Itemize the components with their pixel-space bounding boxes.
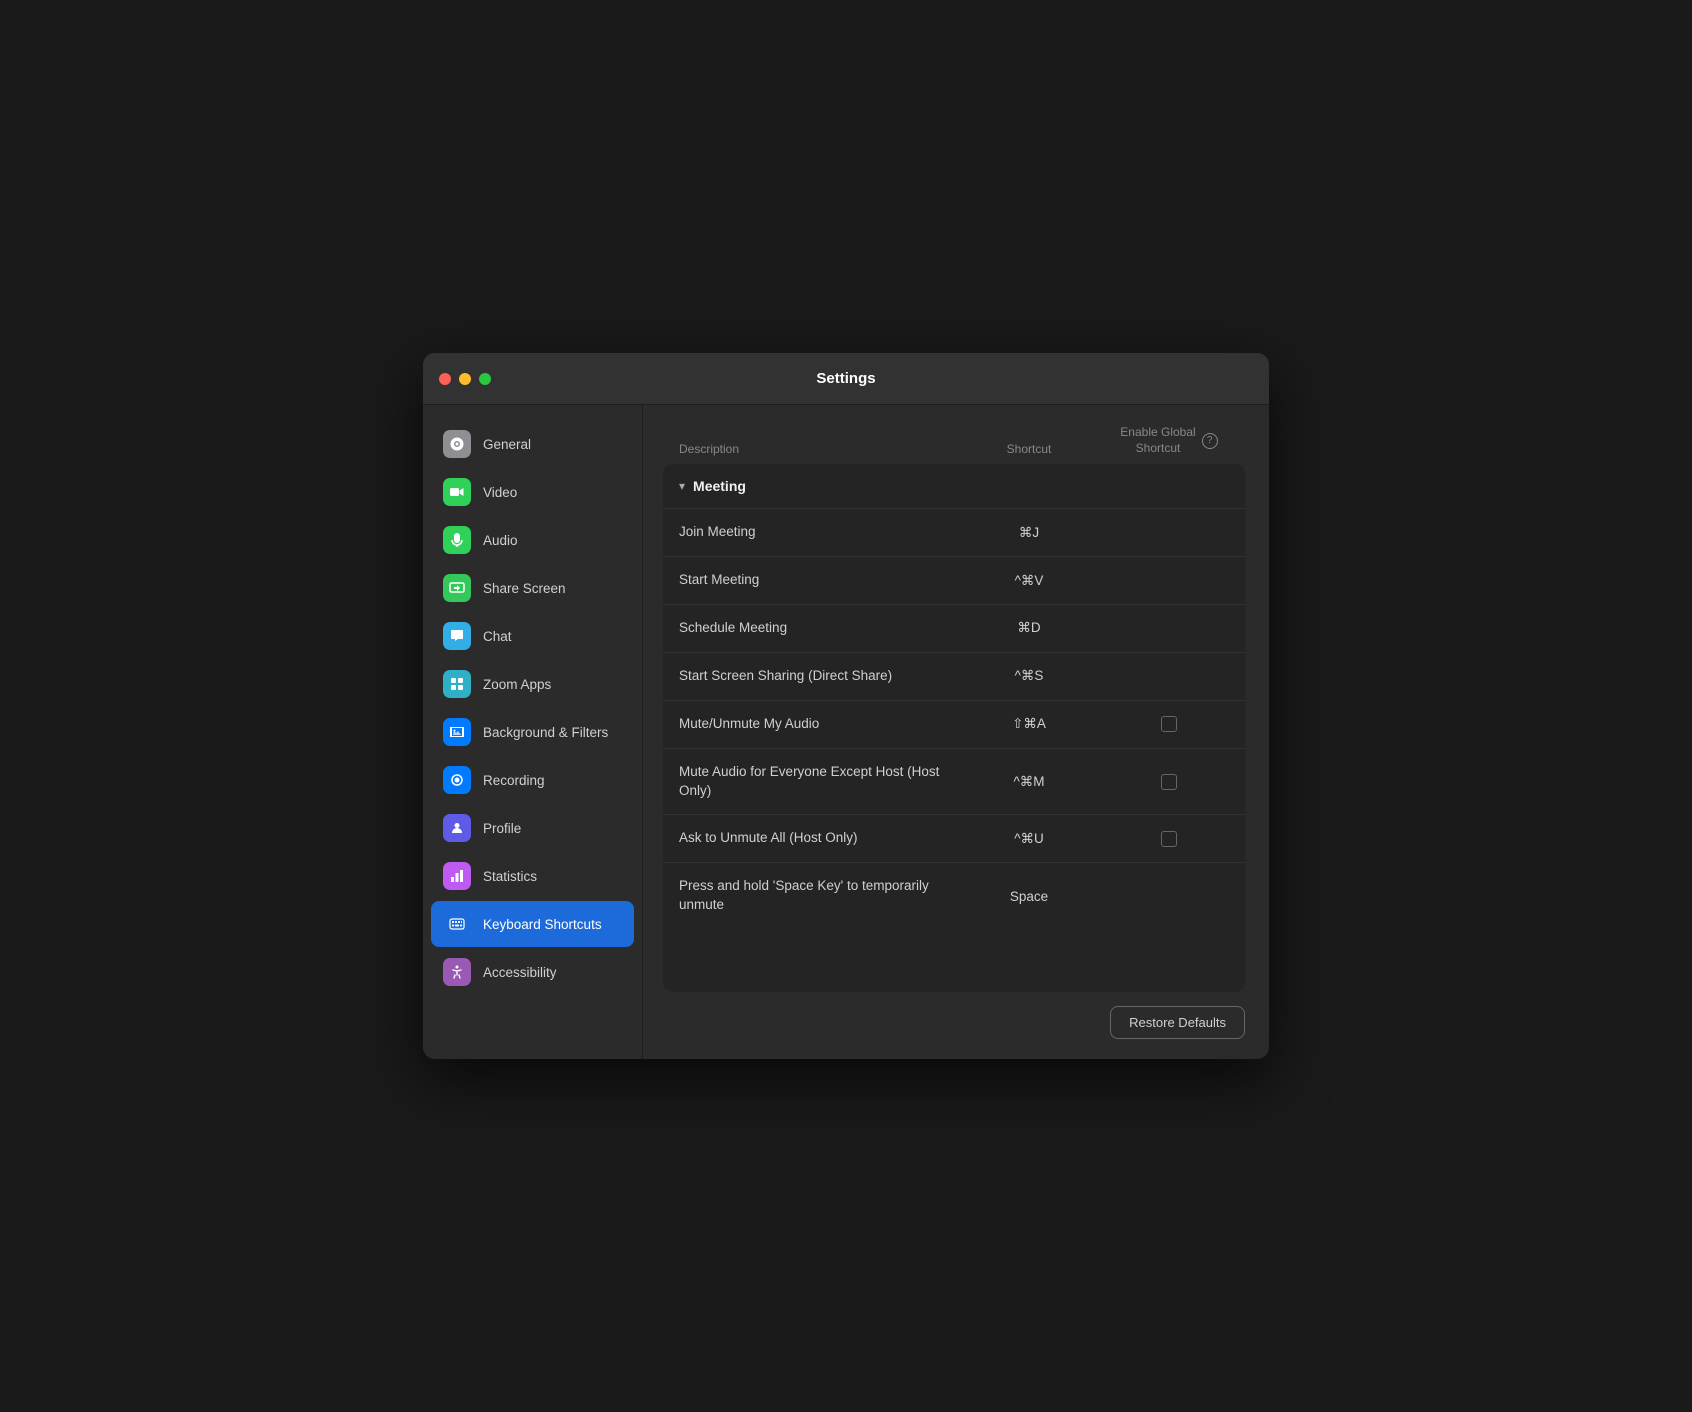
shortcut-row-mute-unmute: Mute/Unmute My Audio⇧⌘A	[663, 700, 1245, 748]
shortcut-key-space-unmute: Space	[949, 889, 1109, 904]
sidebar-item-audio-label: Audio	[483, 533, 622, 548]
sidebar-item-zoom-apps[interactable]: Zoom Apps	[431, 661, 634, 707]
sidebar-item-statistics[interactable]: Statistics	[431, 853, 634, 899]
shortcut-key-mute-everyone: ^⌘M	[949, 774, 1109, 790]
statistics-icon	[443, 862, 471, 890]
shortcut-key-start-meeting: ^⌘V	[949, 573, 1109, 589]
global-checkbox-mute-everyone[interactable]	[1161, 774, 1177, 790]
accessibility-icon	[443, 958, 471, 986]
sidebar-item-share-screen[interactable]: Share Screen	[431, 565, 634, 611]
sidebar-item-keyboard-shortcuts[interactable]: Keyboard Shortcuts	[431, 901, 634, 947]
shortcut-desc-mute-everyone: Mute Audio for Everyone Except Host (Hos…	[679, 763, 949, 801]
sidebar-item-bg-filters[interactable]: Background & Filters	[431, 709, 634, 755]
sidebar-item-recording-label: Recording	[483, 773, 622, 788]
help-icon[interactable]: ?	[1202, 433, 1218, 449]
shortcuts-scroll[interactable]: ▾ Meeting Join Meeting⌘JStart Meeting^⌘V…	[663, 464, 1245, 992]
window-title: Settings	[816, 370, 875, 387]
shortcut-desc-mute-unmute: Mute/Unmute My Audio	[679, 715, 949, 734]
sidebar-item-zoom-apps-label: Zoom Apps	[483, 677, 622, 692]
sidebar-item-recording[interactable]: Recording	[431, 757, 634, 803]
profile-icon	[443, 814, 471, 842]
sidebar-item-video-label: Video	[483, 485, 622, 500]
shortcut-row-space-unmute: Press and hold 'Space Key' to temporaril…	[663, 862, 1245, 929]
shortcut-global-mute-unmute[interactable]	[1109, 716, 1229, 732]
minimize-button[interactable]	[459, 373, 471, 385]
shortcut-row-mute-everyone: Mute Audio for Everyone Except Host (Hos…	[663, 748, 1245, 815]
shortcut-global-mute-everyone[interactable]	[1109, 774, 1229, 790]
shortcut-row-join-meeting: Join Meeting⌘J	[663, 508, 1245, 556]
bg-filters-icon	[443, 718, 471, 746]
video-icon	[443, 478, 471, 506]
keyboard-shortcuts-icon	[443, 910, 471, 938]
shortcut-desc-space-unmute: Press and hold 'Space Key' to temporaril…	[679, 877, 949, 915]
close-button[interactable]	[439, 373, 451, 385]
shortcut-global-ask-unmute[interactable]	[1109, 831, 1229, 847]
sidebar-item-statistics-label: Statistics	[483, 869, 622, 884]
sidebar-item-general[interactable]: General	[431, 421, 634, 467]
sidebar-item-video[interactable]: Video	[431, 469, 634, 515]
shortcut-desc-ask-unmute: Ask to Unmute All (Host Only)	[679, 829, 949, 848]
shortcut-key-start-screen-sharing: ^⌘S	[949, 668, 1109, 684]
section-meeting-title: Meeting	[693, 478, 746, 494]
zoom-apps-icon	[443, 670, 471, 698]
recording-icon	[443, 766, 471, 794]
general-icon	[443, 430, 471, 458]
audio-icon	[443, 526, 471, 554]
table-header: Description Shortcut Enable GlobalShortc…	[663, 425, 1245, 464]
sidebar-item-profile-label: Profile	[483, 821, 622, 836]
col-description-header: Description	[679, 442, 949, 456]
restore-defaults-button[interactable]: Restore Defaults	[1110, 1006, 1245, 1039]
shortcut-desc-start-meeting: Start Meeting	[679, 571, 949, 590]
col-global-label: Enable GlobalShortcut	[1120, 425, 1195, 456]
sidebar-item-accessibility[interactable]: Accessibility	[431, 949, 634, 995]
sidebar-item-bg-filters-label: Background & Filters	[483, 725, 622, 740]
sidebar-item-audio[interactable]: Audio	[431, 517, 634, 563]
chevron-down-icon: ▾	[679, 479, 685, 493]
shortcut-row-schedule-meeting: Schedule Meeting⌘D	[663, 604, 1245, 652]
traffic-lights	[439, 373, 491, 385]
global-checkbox-ask-unmute[interactable]	[1161, 831, 1177, 847]
main-area: Description Shortcut Enable GlobalShortc…	[643, 405, 1269, 1059]
sidebar-item-keyboard-shortcuts-label: Keyboard Shortcuts	[483, 917, 622, 932]
shortcut-row-start-screen-sharing: Start Screen Sharing (Direct Share)^⌘S	[663, 652, 1245, 700]
footer: Restore Defaults	[663, 992, 1245, 1039]
global-checkbox-mute-unmute[interactable]	[1161, 716, 1177, 732]
sidebar-item-profile[interactable]: Profile	[431, 805, 634, 851]
shortcut-row-start-meeting: Start Meeting^⌘V	[663, 556, 1245, 604]
section-meeting-header[interactable]: ▾ Meeting	[663, 464, 1245, 508]
col-shortcut-header: Shortcut	[949, 442, 1109, 456]
shortcuts-panel: ▾ Meeting Join Meeting⌘JStart Meeting^⌘V…	[663, 464, 1245, 992]
shortcut-desc-schedule-meeting: Schedule Meeting	[679, 619, 949, 638]
settings-window: Settings General Video Audio Share Screen Ch…	[423, 353, 1269, 1059]
sidebar-item-chat-label: Chat	[483, 629, 622, 644]
shortcut-key-mute-unmute: ⇧⌘A	[949, 716, 1109, 732]
content-area: General Video Audio Share Screen Chat Zoom Ap…	[423, 405, 1269, 1059]
shortcut-row-ask-unmute: Ask to Unmute All (Host Only)^⌘U	[663, 814, 1245, 862]
sidebar-item-share-screen-label: Share Screen	[483, 581, 622, 596]
col-global-header: Enable GlobalShortcut ?	[1109, 425, 1229, 456]
shortcut-key-join-meeting: ⌘J	[949, 525, 1109, 541]
chat-icon	[443, 622, 471, 650]
shortcut-desc-start-screen-sharing: Start Screen Sharing (Direct Share)	[679, 667, 949, 686]
shortcut-desc-join-meeting: Join Meeting	[679, 523, 949, 542]
maximize-button[interactable]	[479, 373, 491, 385]
shortcut-key-schedule-meeting: ⌘D	[949, 620, 1109, 636]
sidebar-item-general-label: General	[483, 437, 622, 452]
sidebar: General Video Audio Share Screen Chat Zoom Ap…	[423, 405, 643, 1059]
sidebar-item-accessibility-label: Accessibility	[483, 965, 622, 980]
sidebar-item-chat[interactable]: Chat	[431, 613, 634, 659]
titlebar: Settings	[423, 353, 1269, 405]
share-screen-icon	[443, 574, 471, 602]
shortcut-key-ask-unmute: ^⌘U	[949, 831, 1109, 847]
